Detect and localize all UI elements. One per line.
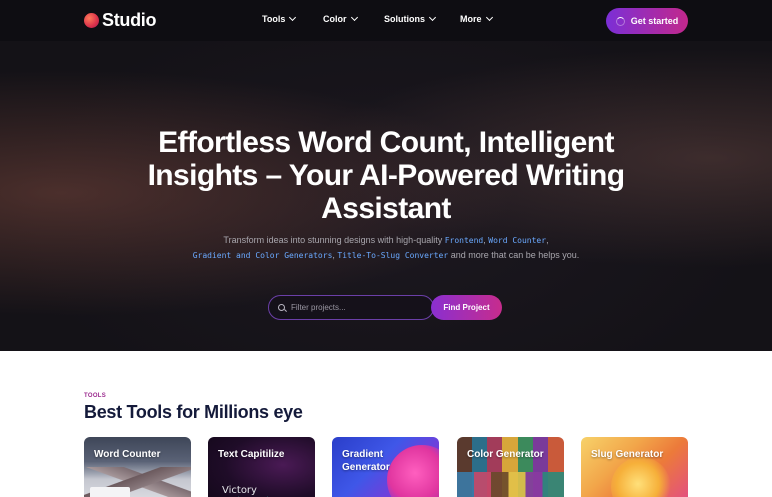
spinner-icon [615,16,625,26]
tool-card-color-generator[interactable]: Color Generator [457,437,564,497]
tool-card-slug-generator[interactable]: Slug Generator [581,437,688,497]
tool-link-gradient: Gradient and Color Generators [192,251,333,260]
tool-link-frontend: Frontend [444,236,484,245]
tool-card-label: Text Capitilize [218,449,285,460]
get-started-button[interactable]: Get started [606,8,688,34]
nav-item-tools[interactable]: Tools [262,13,297,24]
tool-card-label: Color Generator [467,449,544,460]
hero-section: Studio Tools Color Solutions More Get st… [0,0,772,351]
chevron-down-icon [289,13,297,22]
section-title: Best Tools for Millions eye [84,402,303,422]
nav-item-label: Color [323,14,347,24]
chevron-down-icon [350,13,358,22]
nav-item-solutions[interactable]: Solutions [384,13,437,24]
laptop-image [90,487,130,497]
tool-card-gradient-generator[interactable]: Gradient Generator [332,437,439,497]
brand-name: Studio [102,9,157,30]
tool-card-label: Slug Generator [591,449,664,460]
subtitle-intro: Transform ideas into stunning designs wi… [223,235,445,245]
nav-item-label: More [460,14,482,24]
swoosh-graphic [238,491,268,497]
nav-item-label: Tools [262,14,286,24]
tool-link-slug: Title-To-Slug Converter [337,251,449,260]
tool-link-word-counter: Word Counter [488,236,547,245]
chevron-down-icon [485,13,493,22]
tool-card-label: Gradient Generator [342,449,390,473]
search-icon [278,303,286,312]
nav-item-more[interactable]: More [460,13,493,24]
hero-subtitle: Transform ideas into stunning designs wi… [186,233,586,263]
search-input[interactable] [291,303,421,312]
tool-card-label: Word Counter [94,449,161,460]
chevron-down-icon [428,13,437,22]
slug-blob-image [611,457,671,497]
nav-item-label: Solutions [384,14,425,24]
section-eyebrow: TOOLS [84,393,107,399]
brand-logo[interactable]: Studio [84,10,156,30]
subtitle-separator: , [546,235,549,245]
tool-card-word-counter[interactable]: Word Counter [84,437,191,497]
hero-title: Effortless Word Count, Intelligent Insig… [147,126,625,225]
subtitle-outro: and more that can be helps you. [448,250,580,260]
color-swatches-image [457,472,564,497]
studio-logo-mark-icon [84,12,99,28]
search-box [268,295,434,320]
nav-item-color[interactable]: Color [323,13,358,24]
find-project-button[interactable]: Find Project [431,295,502,320]
top-navbar: Studio Tools Color Solutions More Get st… [0,0,772,41]
get-started-label: Get started [630,16,679,26]
tool-card-text-capitilize[interactable]: Victory Text Capitilize [208,437,315,497]
